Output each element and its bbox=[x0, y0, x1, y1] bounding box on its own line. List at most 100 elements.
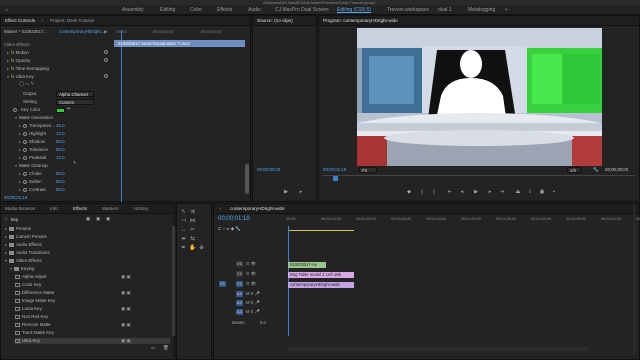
disclosure-triangle-icon[interactable] bbox=[5, 251, 7, 254]
audio-track-toggles[interactable]: M S 🎤 bbox=[246, 291, 260, 297]
timeline-current-time[interactable]: 00;00;01;18 bbox=[218, 216, 250, 223]
workspace-metalogging[interactable]: Metalogging bbox=[468, 6, 495, 14]
yuv-effects-icon[interactable]: ▣ bbox=[106, 216, 110, 222]
tab-history[interactable]: History bbox=[134, 205, 148, 213]
accelerated-effects-icon[interactable]: ▣ bbox=[86, 216, 90, 222]
ec-clip-bar[interactable]: 010833517-news-broadcaster-7.mov bbox=[114, 40, 245, 47]
workspace-dual1[interactable]: dual 1 bbox=[438, 6, 452, 14]
master-track-value[interactable]: 0.0 bbox=[260, 320, 266, 326]
effects-folder[interactable]: Lumetri Presets bbox=[5, 234, 47, 240]
eyedropper-icon[interactable]: ✒ bbox=[67, 106, 71, 112]
track-toggle-icons[interactable]: ⊡ 👁 bbox=[246, 271, 256, 277]
disclosure-triangle-icon[interactable] bbox=[10, 267, 12, 270]
stopwatch-icon[interactable] bbox=[13, 108, 17, 112]
param-contrast[interactable]: Contrast bbox=[19, 187, 46, 193]
workspace-assembly[interactable]: Assembly bbox=[122, 6, 144, 14]
workspace-cj-macpro[interactable]: CJ MacPro Dual Screen bbox=[275, 6, 329, 14]
32bit-effects-icon[interactable]: ▣ bbox=[96, 216, 100, 222]
export-frame-icon[interactable]: ▣ bbox=[539, 189, 545, 195]
effects-item[interactable]: Alpha Adjust ▣ ▣ bbox=[15, 274, 131, 280]
timeline-playhead[interactable] bbox=[288, 226, 289, 336]
more-workspaces-icon[interactable]: » bbox=[505, 6, 508, 14]
effects-item[interactable]: Track Matte Key bbox=[15, 330, 54, 336]
tab-source[interactable]: Source: (no clips) bbox=[257, 17, 293, 25]
track-target-v3[interactable]: V3 bbox=[236, 261, 243, 267]
tab-media-browser[interactable]: Media Browser bbox=[5, 205, 36, 213]
ec-scrollbar[interactable] bbox=[245, 164, 249, 194]
source-patch-v1[interactable]: V1 bbox=[219, 281, 226, 287]
track-target-v1[interactable]: V1 bbox=[236, 281, 243, 287]
effects-folder[interactable]: Video Effects bbox=[5, 258, 42, 264]
step-forward-icon[interactable]: ▸ bbox=[298, 189, 304, 195]
effects-folder[interactable]: Presets bbox=[5, 226, 31, 232]
param-value[interactable]: 50.0 bbox=[56, 187, 65, 193]
effects-item[interactable]: Difference Matte ▣ ▣ bbox=[15, 290, 131, 296]
track-target-a2[interactable]: A2 bbox=[236, 300, 243, 306]
tab-effects[interactable]: Effects bbox=[73, 205, 87, 213]
effects-item[interactable]: Ultra Key ▣ ▣ bbox=[15, 338, 170, 344]
param-transparency[interactable]: Transparen... bbox=[19, 123, 55, 129]
effect-motion[interactable]: fx Motion bbox=[7, 50, 29, 56]
slip-icon[interactable]: ⇹ bbox=[180, 236, 187, 243]
work-area-bar[interactable] bbox=[288, 230, 354, 231]
play-icon[interactable]: ▶ bbox=[473, 189, 479, 195]
track-target-a1[interactable]: A1 bbox=[236, 291, 243, 297]
workspace-effects[interactable]: Effects bbox=[217, 6, 232, 14]
rate-stretch-icon[interactable]: ↔ bbox=[180, 227, 187, 234]
track-toggle-icons[interactable]: ⊡ 👁 bbox=[246, 261, 256, 267]
program-current-time[interactable]: 00;00;01;18 bbox=[323, 167, 346, 173]
razor-icon[interactable]: ✂ bbox=[189, 227, 196, 234]
delete-icon[interactable]: 🗑 bbox=[163, 345, 169, 351]
audio-track-toggles[interactable]: M S 🎤 bbox=[246, 309, 260, 315]
mask-tools-icons[interactable]: ◯ ▭ ✎ bbox=[19, 81, 34, 87]
effects-item[interactable]: Image Matte Key bbox=[15, 298, 55, 304]
tab-program[interactable]: Program: contemporaryHDright-wide bbox=[323, 17, 398, 25]
param-value[interactable]: 50.0 bbox=[56, 179, 65, 185]
param-choke[interactable]: Choke bbox=[19, 171, 42, 177]
tab-info[interactable]: Info bbox=[50, 205, 58, 213]
new-bin-icon[interactable]: ▭ bbox=[151, 345, 155, 351]
workspace-color[interactable]: Color bbox=[190, 6, 202, 14]
track-target-v2[interactable]: V2 bbox=[236, 271, 243, 277]
matte-cleanup-group[interactable]: Matte Cleanup bbox=[15, 163, 48, 169]
zoom-select[interactable]: Fit bbox=[359, 167, 377, 173]
close-icon[interactable]: × bbox=[41, 17, 44, 25]
play-only-icon[interactable]: ▶ bbox=[104, 29, 107, 35]
disclosure-triangle-icon[interactable] bbox=[5, 227, 7, 230]
timeline-ruler[interactable]: 00;00 00;00;16;00 00;00;32;00 00;00;48;00 00… bbox=[286, 217, 640, 229]
effects-item[interactable]: Color Key bbox=[15, 282, 41, 288]
program-playhead[interactable] bbox=[333, 176, 338, 181]
track-select-icon[interactable]: ⇉ bbox=[189, 209, 196, 216]
audio-track-toggles[interactable]: M S 🎤 bbox=[246, 300, 260, 306]
param-value[interactable]: 50.0 bbox=[56, 171, 65, 177]
slide-icon[interactable]: ⇆ bbox=[189, 236, 196, 243]
pen-icon[interactable]: ✒ bbox=[180, 245, 187, 252]
effects-item[interactable]: Remove Matte ▣ ▣ bbox=[15, 322, 131, 328]
reset-icon[interactable] bbox=[104, 58, 108, 62]
ec-footer-time[interactable]: 00;00;01;18 bbox=[4, 195, 27, 201]
tab-effect-controls[interactable]: Effect Controls bbox=[5, 17, 35, 25]
param-value[interactable]: 50.0 bbox=[56, 139, 65, 145]
timeline-clip[interactable]: contemporaryHDright-wide bbox=[288, 282, 354, 288]
param-tolerance[interactable]: Tolerance bbox=[19, 147, 48, 153]
disclosure-triangle-icon[interactable] bbox=[5, 259, 7, 262]
master-clip-label[interactable]: Master * 010833517... bbox=[4, 29, 47, 35]
play-icon[interactable]: ▶ bbox=[283, 189, 289, 195]
effect-opacity[interactable]: fx Opacity bbox=[7, 58, 31, 64]
effects-folder[interactable]: Audio Transitions bbox=[5, 250, 50, 256]
reset-icon[interactable] bbox=[104, 74, 108, 78]
timeline-clip[interactable]: 010833517-ne bbox=[288, 262, 326, 268]
step-forward-icon[interactable]: ▸ bbox=[487, 189, 493, 195]
effects-item[interactable]: Non Red Key bbox=[15, 314, 48, 320]
track-target-a3[interactable]: A3 bbox=[236, 309, 243, 315]
wrench-icon[interactable]: 🔧 bbox=[593, 167, 598, 173]
param-pedestal[interactable]: Pedestal bbox=[19, 155, 46, 161]
effect-time-remapping[interactable]: fx Time Remapping bbox=[7, 66, 49, 72]
effects-folder[interactable]: Audio Effects bbox=[5, 242, 42, 248]
timeline-tool-icons[interactable]: ⊏ ∩ ▸ ◆ 🔧 bbox=[218, 226, 241, 232]
close-icon[interactable]: × bbox=[219, 205, 222, 213]
param-value[interactable]: 10.0 bbox=[56, 131, 65, 137]
sequence-clip-label[interactable]: contemporaryHDright... bbox=[59, 29, 104, 35]
reset-icon[interactable] bbox=[104, 50, 108, 54]
mark-in-icon[interactable]: { bbox=[419, 189, 425, 195]
